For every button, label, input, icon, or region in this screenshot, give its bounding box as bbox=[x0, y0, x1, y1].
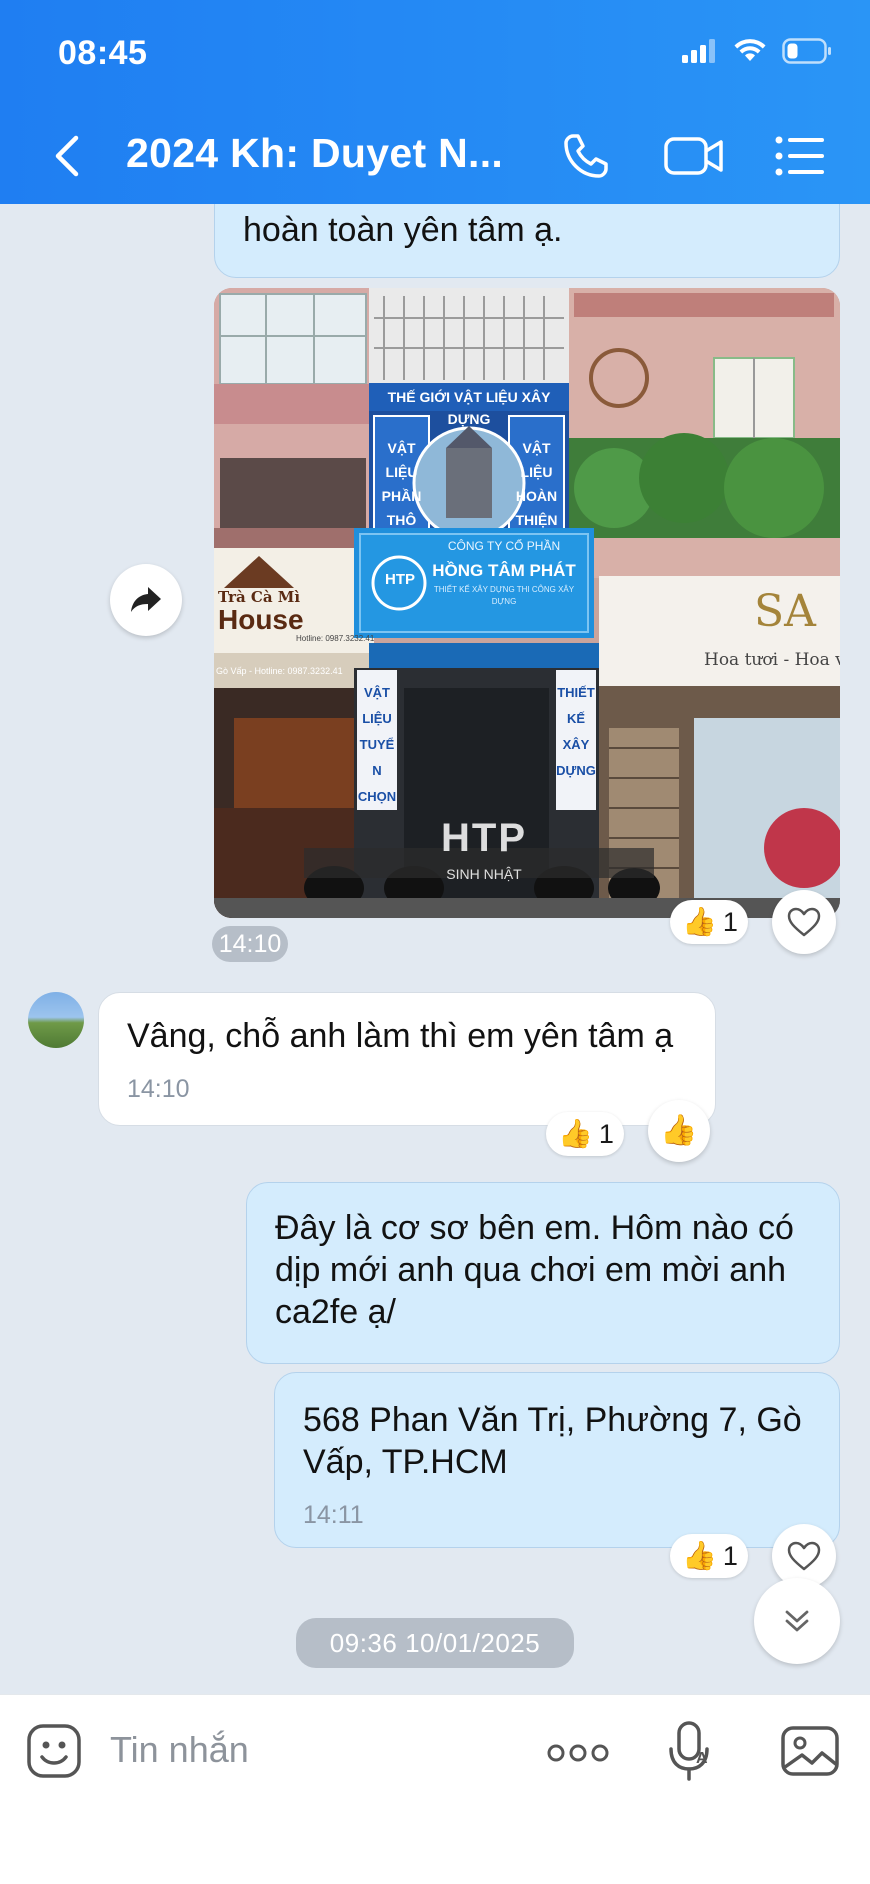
photo-right-shop-name: SA bbox=[754, 586, 816, 637]
photo-left-shop-name: House bbox=[218, 604, 304, 635]
avatar[interactable] bbox=[28, 992, 84, 1048]
battery-icon bbox=[782, 38, 831, 64]
photo-company-name: HỒNG TÂM PHÁT bbox=[432, 561, 576, 580]
photo-door-left: VẬT LIỆU TUYỂN CHỌN bbox=[357, 685, 397, 804]
message-bubble-incoming[interactable]: Vâng, chỗ anh làm thì em yên tâm ạ 14:10 bbox=[98, 992, 716, 1126]
date-divider: 09:36 10/01/2025 bbox=[296, 1618, 574, 1668]
message-text: 568 Phan Văn Trị, Phường 7, Gò Vấp, TP.H… bbox=[303, 1401, 802, 1481]
outgoing-reaction-pill[interactable]: 👍 1 bbox=[670, 1534, 748, 1578]
status-time: 08:45 bbox=[58, 34, 148, 72]
more-options-button[interactable] bbox=[546, 1735, 610, 1771]
chat-messages[interactable]: hoàn toàn yên tâm ạ. THẾ GIỚI VẬT LIỆU X… bbox=[0, 204, 870, 1694]
photo-react-button[interactable] bbox=[772, 890, 836, 954]
voice-mic-icon: A bbox=[669, 1721, 709, 1781]
status-icons bbox=[682, 38, 832, 64]
photo-left-shop-area: Gò Vấp - Hotline: 0987.3232.41 bbox=[216, 666, 343, 676]
photo-watermark-logo: HTP bbox=[441, 816, 527, 860]
phone-icon bbox=[564, 134, 608, 178]
reaction-count: 1 bbox=[722, 1540, 738, 1571]
message-bubble-outgoing[interactable]: 568 Phan Văn Trị, Phường 7, Gò Vấp, TP.H… bbox=[274, 1372, 840, 1548]
image-picker-button[interactable] bbox=[780, 1723, 840, 1779]
signal-icon bbox=[682, 39, 715, 63]
photo-left-shop-phone: Hotline: 0987.3232.41 bbox=[296, 634, 375, 643]
message-input-bar: Tin nhắn A bbox=[0, 1694, 870, 1884]
thumbs-up-icon: 👍 bbox=[660, 1114, 698, 1147]
back-button[interactable] bbox=[46, 128, 90, 184]
more-dots-icon bbox=[547, 1744, 609, 1762]
heart-outline-icon bbox=[787, 1541, 821, 1571]
incoming-reaction-pill[interactable]: 👍 1 bbox=[546, 1112, 624, 1156]
thumbs-up-icon: 👍 bbox=[558, 1118, 593, 1149]
photo-reaction-pill[interactable]: 👍 1 bbox=[670, 900, 748, 944]
video-call-button[interactable] bbox=[660, 126, 728, 186]
reaction-count: 1 bbox=[598, 1118, 614, 1149]
thumbs-up-icon: 👍 bbox=[682, 906, 717, 937]
photo-right-shop-sub: Hoa tươi - Hoa vải bbox=[704, 650, 840, 670]
menu-list-icon bbox=[775, 136, 824, 176]
scroll-to-bottom-button[interactable] bbox=[754, 1578, 840, 1664]
photo-watermark-text: SINH NHẬT bbox=[446, 866, 522, 882]
photo-sign-left: VẬT LIỆU PHẦN THÔ bbox=[381, 440, 422, 528]
incoming-react-button[interactable]: 👍 bbox=[648, 1100, 710, 1162]
sticker-button[interactable] bbox=[26, 1723, 86, 1783]
message-text: Đây là cơ sơ bên em. Hôm nào có dịp mới … bbox=[275, 1209, 794, 1331]
forward-arrow-icon bbox=[131, 587, 161, 612]
message-bubble-outgoing[interactable]: hoàn toàn yên tâm ạ. bbox=[214, 204, 840, 278]
message-input[interactable]: Tin nhắn bbox=[110, 1729, 249, 1771]
photo-time: 14:10 bbox=[212, 926, 288, 962]
chat-header: 08:45 2024 Kh: Duyet N... bbox=[0, 0, 870, 204]
forward-button[interactable] bbox=[110, 564, 182, 636]
chevron-left-icon bbox=[55, 135, 79, 177]
svg-text:A: A bbox=[696, 1750, 708, 1767]
thumbs-up-icon: 👍 bbox=[682, 1540, 717, 1571]
double-chevron-down-icon bbox=[785, 1610, 809, 1632]
reaction-count: 1 bbox=[722, 906, 738, 937]
photo-door-right: THIẾT KẾ XÂY DỰNG bbox=[556, 685, 596, 778]
message-text: hoàn toàn yên tâm ạ. bbox=[243, 211, 563, 249]
message-bubble-outgoing[interactable]: Đây là cơ sơ bên em. Hôm nào có dịp mới … bbox=[246, 1182, 840, 1364]
heart-outline-icon bbox=[787, 907, 821, 937]
wifi-icon bbox=[734, 39, 766, 61]
photo-message[interactable]: THẾ GIỚI VẬT LIỆU XÂY DỰNG VẬT LIỆU PHẦN… bbox=[214, 288, 840, 918]
message-time: 14:10 bbox=[127, 1075, 190, 1103]
video-call-icon bbox=[664, 137, 723, 175]
sticker-icon bbox=[27, 1724, 81, 1778]
photo-company-sub: THIẾT KẾ XÂY DỰNG THI CÔNG XÂY DỰNG bbox=[433, 585, 575, 606]
chat-menu-button[interactable] bbox=[770, 126, 830, 186]
photo-company-line: CÔNG TY CỔ PHẦN bbox=[447, 539, 561, 553]
message-text: Vâng, chỗ anh làm thì em yên tâm ạ bbox=[127, 1017, 674, 1055]
photo-company-logo: HTP bbox=[385, 571, 415, 588]
image-gallery-icon bbox=[781, 1726, 839, 1776]
message-time: 14:11 bbox=[303, 1501, 364, 1529]
photo-sign-right: VẬT LIỆU HOÀN THIỆN bbox=[515, 440, 558, 528]
chat-title[interactable]: 2024 Kh: Duyet N... bbox=[126, 130, 503, 177]
voice-button[interactable]: A bbox=[666, 1719, 716, 1783]
photo-sign-top: THẾ GIỚI VẬT LIỆU XÂY DỰNG bbox=[387, 389, 551, 427]
nav-row: 2024 Kh: Duyet N... bbox=[0, 120, 870, 192]
call-button[interactable] bbox=[556, 126, 616, 186]
